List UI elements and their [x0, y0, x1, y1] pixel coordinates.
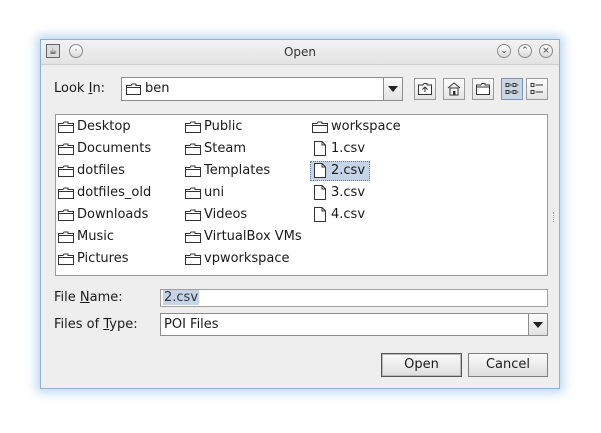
- list-item[interactable]: workspace: [310, 118, 415, 136]
- open-dialog: ☕ · Open ⌄ ⌃ × Look In: ben Desktop Docu…: [40, 39, 560, 389]
- list-item[interactable]: dotfiles: [56, 162, 176, 180]
- list-item-label: 2.csv: [331, 163, 366, 178]
- new-folder-icon: [476, 83, 490, 95]
- list-item-label: VirtualBox VMs: [204, 229, 302, 244]
- folder-icon: [185, 143, 201, 155]
- folder-icon: [126, 83, 141, 95]
- folder-icon: [58, 253, 74, 265]
- list-item[interactable]: Music: [56, 228, 176, 246]
- folder-icon: [185, 253, 201, 265]
- list-item-label: Music: [77, 229, 114, 244]
- home-icon: [447, 82, 461, 96]
- list-item-label: 1.csv: [331, 141, 366, 156]
- folder-icon: [185, 165, 201, 177]
- list-item[interactable]: uni: [183, 184, 308, 202]
- details-view-icon: [530, 83, 543, 94]
- maximize-icon[interactable]: ⌃: [518, 44, 532, 58]
- list-view-button[interactable]: [501, 78, 523, 100]
- file-name-value: 2.csv: [163, 290, 200, 305]
- look-in-value: ben: [145, 81, 170, 96]
- chevron-down-icon[interactable]: [383, 78, 402, 100]
- list-item-label: 3.csv: [331, 185, 366, 200]
- up-one-level-button[interactable]: [414, 78, 436, 100]
- folder-icon: [58, 165, 74, 177]
- list-item[interactable]: Downloads: [56, 206, 176, 224]
- details-view-button[interactable]: [526, 78, 548, 100]
- dialog-title: Open: [283, 45, 317, 59]
- list-item-label: 4.csv: [331, 207, 366, 222]
- list-item[interactable]: Desktop: [56, 118, 176, 136]
- list-item-label: Templates: [204, 163, 271, 178]
- list-item-selected[interactable]: 2.csv: [310, 161, 370, 181]
- file-name-field[interactable]: 2.csv: [160, 289, 548, 307]
- file-icon: [314, 207, 326, 222]
- home-button[interactable]: [443, 78, 465, 100]
- file-icon: [314, 163, 326, 178]
- folder-icon: [58, 143, 74, 155]
- folder-icon: [185, 121, 201, 133]
- list-item-label: workspace: [331, 119, 401, 134]
- up-folder-icon: [418, 83, 432, 95]
- folder-icon: [58, 231, 74, 243]
- list-item-label: Desktop: [77, 119, 131, 134]
- folder-icon: [185, 187, 201, 199]
- files-of-type-value: POI Files: [164, 317, 219, 332]
- folder-icon: [58, 209, 74, 221]
- list-item[interactable]: Documents: [56, 140, 176, 158]
- minimize-icon[interactable]: ⌄: [497, 44, 511, 58]
- file-icon: [314, 141, 326, 156]
- folder-icon: [185, 231, 201, 243]
- files-of-type-combo[interactable]: POI Files: [160, 313, 548, 336]
- folder-icon: [185, 209, 201, 221]
- folder-icon: [58, 121, 74, 133]
- chevron-down-icon[interactable]: [528, 314, 547, 335]
- folder-icon: [312, 121, 328, 133]
- list-item[interactable]: Public: [183, 118, 308, 136]
- files-of-type-label: Files of Type:: [54, 317, 138, 332]
- list-item-label: Videos: [204, 207, 248, 222]
- resize-grip[interactable]: [553, 212, 556, 222]
- list-item[interactable]: Pictures: [56, 250, 176, 268]
- list-item[interactable]: 4.csv: [310, 206, 370, 224]
- list-item-label: Downloads: [77, 207, 149, 222]
- list-item[interactable]: 1.csv: [310, 140, 370, 158]
- list-item-label: vpworkspace: [204, 251, 290, 266]
- list-item[interactable]: Steam: [183, 140, 308, 158]
- folder-icon: [58, 187, 74, 199]
- file-icon: [314, 185, 326, 200]
- file-name-label: File Name:: [54, 290, 123, 305]
- list-item-label: Public: [204, 119, 243, 134]
- list-item-label: dotfiles_old: [77, 185, 152, 200]
- open-button[interactable]: Open: [381, 353, 462, 377]
- new-folder-button[interactable]: [472, 78, 494, 100]
- list-item-label: Pictures: [77, 251, 129, 266]
- title-bar[interactable]: ☕ · Open ⌄ ⌃ ×: [41, 40, 559, 65]
- list-item-label: Steam: [204, 141, 246, 156]
- look-in-label: Look In:: [54, 81, 106, 96]
- list-item-label: Documents: [77, 141, 152, 156]
- list-view-icon: [505, 83, 519, 94]
- list-item[interactable]: Templates: [183, 162, 308, 180]
- file-list[interactable]: Desktop Documents dotfiles dotfiles_old …: [55, 114, 548, 276]
- list-item[interactable]: vpworkspace: [183, 250, 308, 268]
- list-item-label: uni: [204, 185, 225, 200]
- list-item-label: dotfiles: [77, 163, 125, 178]
- close-icon[interactable]: ×: [539, 44, 553, 58]
- list-item[interactable]: 3.csv: [310, 184, 370, 202]
- cancel-button[interactable]: Cancel: [468, 353, 548, 377]
- list-item[interactable]: VirtualBox VMs: [183, 228, 308, 246]
- list-item[interactable]: dotfiles_old: [56, 184, 176, 202]
- list-item[interactable]: Videos: [183, 206, 308, 224]
- look-in-combo[interactable]: ben: [121, 77, 403, 101]
